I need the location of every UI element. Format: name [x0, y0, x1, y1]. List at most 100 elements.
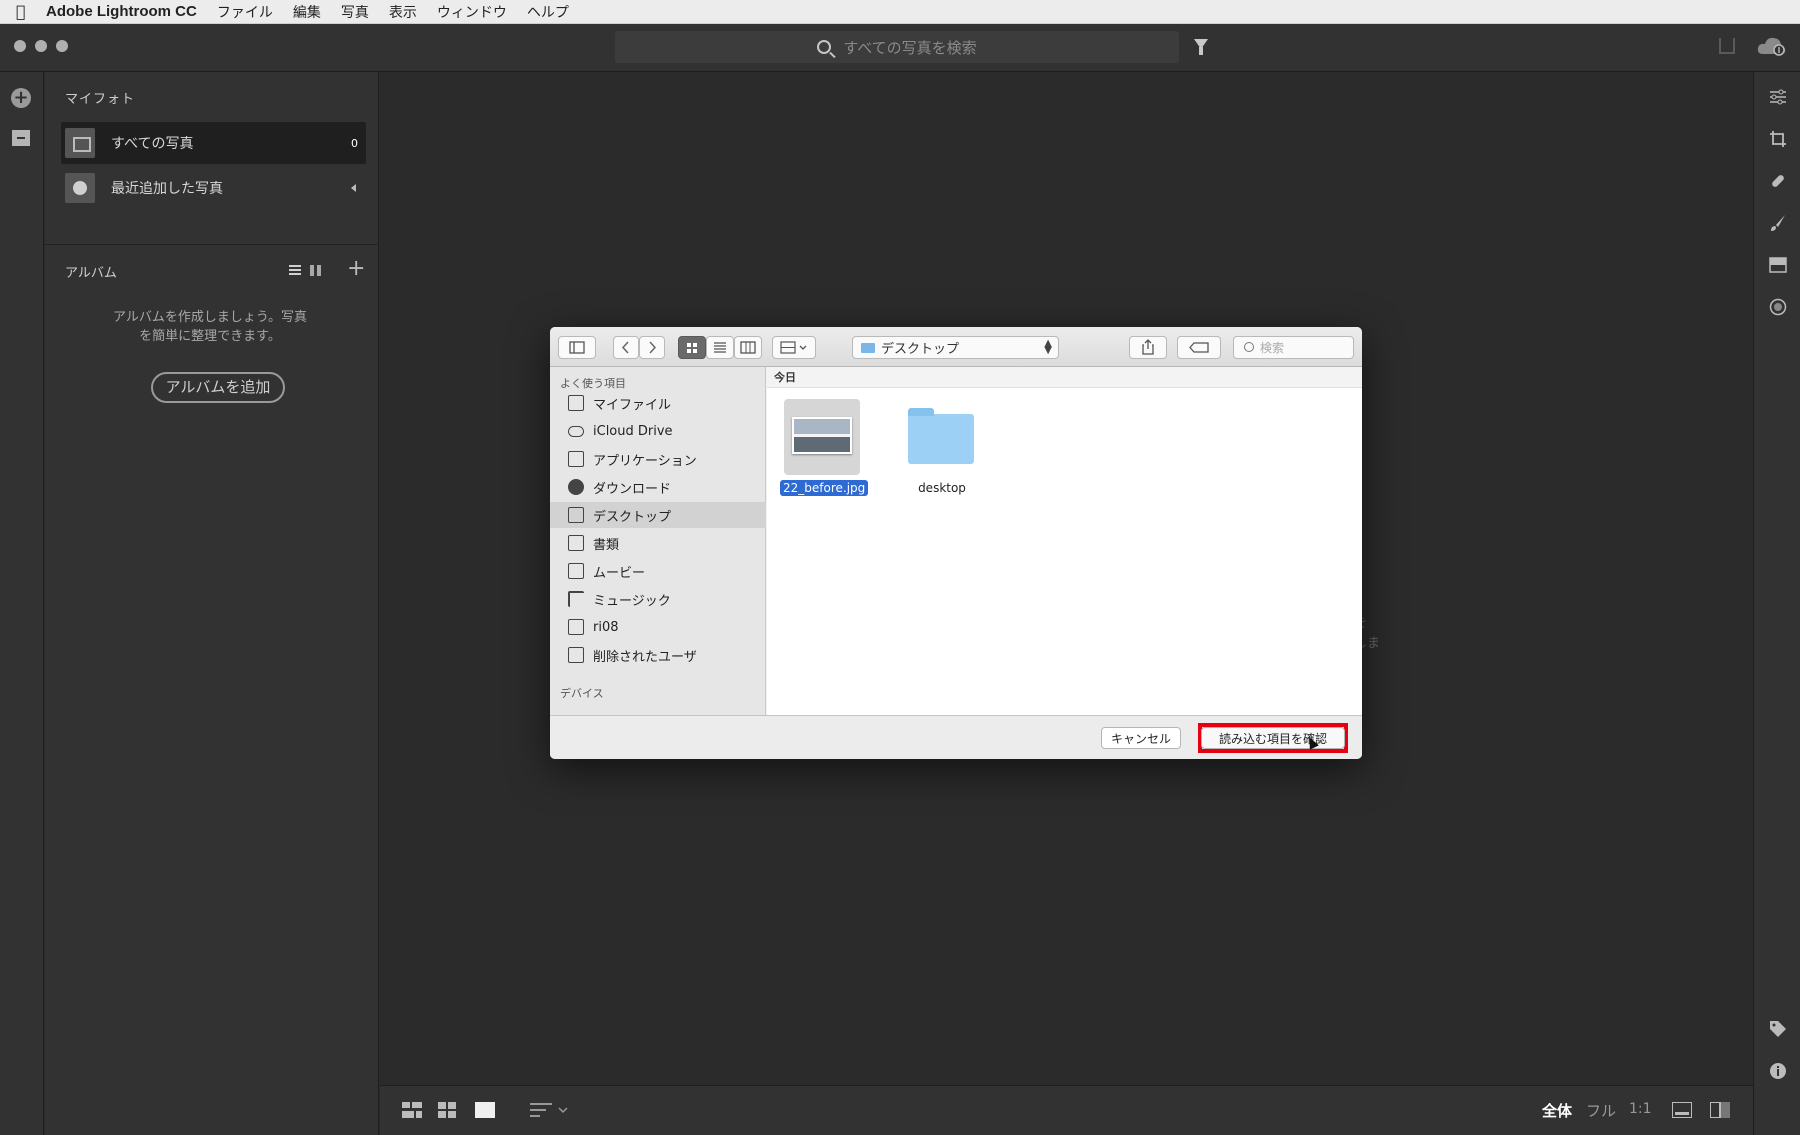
- detail-view-icon[interactable]: [475, 1102, 495, 1118]
- sidebar-item-all-photos[interactable]: すべての写真 0: [61, 122, 366, 164]
- sidebar-item-music[interactable]: ミュージック: [550, 586, 766, 612]
- chevron-left-icon[interactable]: [351, 184, 356, 192]
- photo-icon: [65, 128, 95, 158]
- review-import-button[interactable]: 読み込む項目を確認: [1201, 727, 1345, 749]
- file-name: desktop: [918, 481, 966, 495]
- albums-header: アルバム: [65, 266, 117, 281]
- zoom-fit-button[interactable]: 全体: [1542, 1100, 1572, 1121]
- sidebar-toggle-button[interactable]: [558, 336, 596, 359]
- sidebar-item-label: ダウンロード: [593, 481, 672, 497]
- folder-icon: [861, 342, 875, 353]
- square-grid-view-icon[interactable]: [402, 1102, 422, 1118]
- search-placeholder: すべての写真を検索: [843, 38, 977, 57]
- linear-gradient-icon[interactable]: [1769, 256, 1787, 274]
- grid-view-icon[interactable]: [310, 265, 321, 276]
- list-view-icon[interactable]: [289, 265, 301, 276]
- brush-icon[interactable]: [1769, 214, 1787, 232]
- dialog-toolbar: デスクトップ ▲ ▼ 検索: [550, 327, 1362, 367]
- updown-chevron-icon: ▲ ▼: [1044, 338, 1052, 356]
- search-icon: [817, 40, 832, 54]
- info-icon[interactable]: [1769, 1062, 1787, 1080]
- icon-view-button[interactable]: [678, 336, 706, 359]
- filmstrip-icon[interactable]: [1672, 1102, 1692, 1118]
- apple-menu-icon[interactable]: : [16, 2, 46, 21]
- left-rail: +: [0, 72, 44, 1135]
- add-album-button[interactable]: アルバムを追加: [151, 372, 285, 403]
- albums-empty-line1: アルバムを作成しましょう。写真: [112, 310, 308, 325]
- sidebar-item-movies[interactable]: ムービー: [550, 558, 766, 584]
- menu-edit[interactable]: 編集: [293, 2, 321, 22]
- sidebar-item-my-files[interactable]: マイファイル: [550, 390, 766, 416]
- sidebar-item-downloads[interactable]: ダウンロード: [550, 474, 766, 500]
- my-photos-title: マイフォト: [65, 92, 136, 107]
- folder-icon: [904, 399, 980, 475]
- radial-gradient-icon[interactable]: [1769, 298, 1787, 316]
- search-input[interactable]: すべての写真を検索: [615, 31, 1179, 63]
- dialog-search-placeholder: 検索: [1260, 341, 1285, 355]
- edit-sliders-icon[interactable]: [1769, 88, 1787, 106]
- menu-file[interactable]: ファイル: [217, 2, 273, 22]
- filter-icon[interactable]: [1194, 39, 1208, 55]
- healing-brush-icon[interactable]: [1769, 172, 1787, 190]
- sidebar-item-label: デスクトップ: [593, 509, 672, 525]
- sidebar-item-documents[interactable]: 書類: [550, 530, 766, 556]
- lightroom-window: すべての写真を検索 + マイフォト すべての写真 0 最近追加した写真 アルバム…: [0, 24, 1800, 1135]
- sidebar-item-recently-added[interactable]: 最近追加した写真: [61, 167, 366, 209]
- sidebar-item-label: アプリケーション: [593, 453, 697, 469]
- film-icon: [568, 563, 584, 579]
- sort-icon[interactable]: [530, 1102, 570, 1118]
- add-album-icon[interactable]: +: [347, 256, 365, 281]
- desktop-icon: [568, 507, 584, 523]
- column-view-button[interactable]: [734, 336, 762, 359]
- back-button[interactable]: [613, 336, 639, 359]
- sidebar-item-applications[interactable]: アプリケーション: [550, 446, 766, 472]
- sidebar-item-label: マイファイル: [593, 397, 672, 413]
- crop-icon[interactable]: [1769, 130, 1787, 148]
- compare-view-icon[interactable]: [1710, 1102, 1730, 1118]
- close-window-button[interactable]: [14, 40, 26, 52]
- cancel-button[interactable]: キャンセル: [1101, 727, 1181, 749]
- favorites-section-header: よく使う項目: [560, 377, 626, 390]
- group-by-button[interactable]: [772, 336, 816, 359]
- location-label: デスクトップ: [881, 342, 960, 357]
- menu-view[interactable]: 表示: [389, 2, 417, 22]
- file-item-image[interactable]: 22_before.jpg: [780, 399, 869, 496]
- sidebar-item-label: 最近追加した写真: [111, 181, 223, 197]
- sidebar-item-desktop[interactable]: デスクトップ: [550, 502, 766, 528]
- tag-icon[interactable]: [1769, 1020, 1787, 1038]
- add-photos-icon[interactable]: +: [11, 88, 31, 108]
- sidebar-item-label: ri08: [593, 619, 619, 635]
- sidebar-item-label: iCloud Drive: [593, 423, 673, 439]
- my-photos-panel: マイフォト すべての写真 0 最近追加した写真 アルバム + アルバムを作成しま…: [45, 72, 379, 1135]
- minimize-window-button[interactable]: [35, 40, 47, 52]
- photo-grid-view-icon[interactable]: [438, 1102, 456, 1118]
- clock-icon: [65, 173, 95, 203]
- sidebar-item-deleted-users[interactable]: 削除されたユーザ: [550, 642, 766, 668]
- sidebar-item-label: 書類: [593, 537, 620, 553]
- dialog-sidebar: よく使う項目 マイファイル iCloud Drive アプリケーション ダウンロ…: [550, 367, 766, 715]
- devices-section-header: デバイス: [560, 687, 604, 700]
- zoom-1to1-button[interactable]: 1:1: [1629, 1101, 1652, 1117]
- document-icon: [568, 395, 584, 411]
- forward-button[interactable]: [639, 336, 665, 359]
- tag-button[interactable]: [1177, 336, 1221, 359]
- share-icon[interactable]: [1719, 38, 1735, 54]
- app-menu[interactable]: Adobe Lightroom CC: [46, 3, 197, 20]
- menu-help[interactable]: ヘルプ: [527, 2, 569, 22]
- image-thumbnail: [784, 399, 860, 475]
- sidebar-item-icloud-drive[interactable]: iCloud Drive: [550, 418, 766, 444]
- dialog-search-input[interactable]: 検索: [1233, 336, 1354, 359]
- menu-window[interactable]: ウィンドウ: [437, 2, 507, 22]
- location-popup[interactable]: デスクトップ ▲ ▼: [852, 336, 1059, 359]
- list-view-button[interactable]: [706, 336, 734, 359]
- menu-photo[interactable]: 写真: [341, 2, 369, 22]
- share-button[interactable]: [1129, 336, 1167, 359]
- zoom-full-button[interactable]: フル: [1586, 1100, 1616, 1121]
- applications-icon: [568, 451, 584, 467]
- sidebar-item-home[interactable]: ri08: [550, 614, 766, 640]
- cloud-sync-icon[interactable]: [1757, 36, 1787, 56]
- file-item-folder[interactable]: desktop: [900, 399, 984, 496]
- sidebar-item-label: ミュージック: [593, 593, 671, 609]
- my-photos-icon[interactable]: [12, 130, 30, 146]
- zoom-window-button[interactable]: [56, 40, 68, 52]
